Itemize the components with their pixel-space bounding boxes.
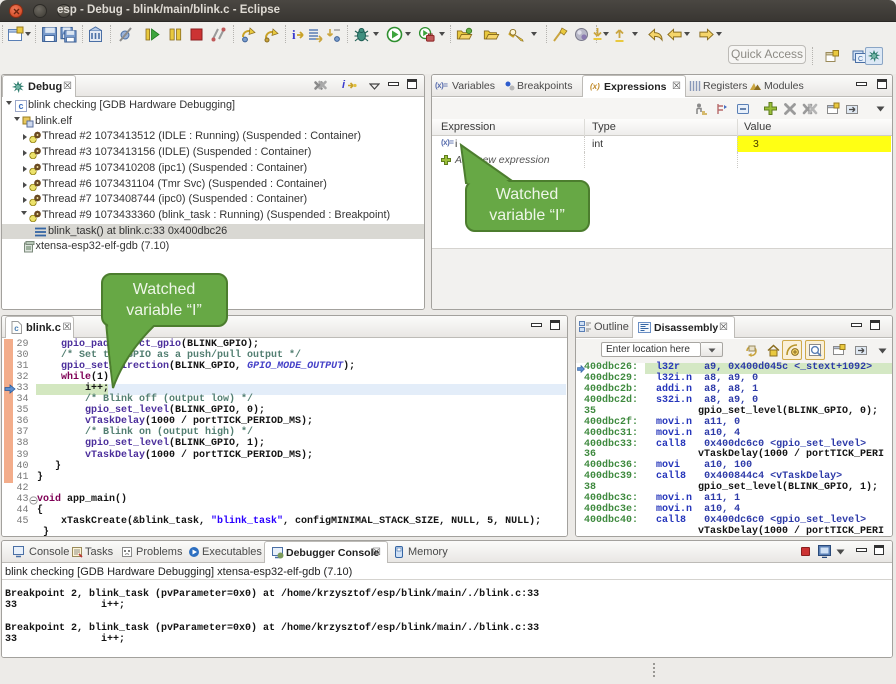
- svg-text:Watched: Watched: [133, 281, 196, 298]
- svg-text:c: c: [18, 101, 23, 111]
- svg-text:variable “I”: variable “I”: [489, 207, 565, 224]
- svg-text:i: i: [292, 27, 296, 42]
- svg-text:c: c: [14, 324, 19, 333]
- svg-text:C: C: [858, 56, 863, 63]
- svg-text:Watched: Watched: [496, 186, 559, 203]
- svg-text:variable “I”: variable “I”: [126, 302, 202, 319]
